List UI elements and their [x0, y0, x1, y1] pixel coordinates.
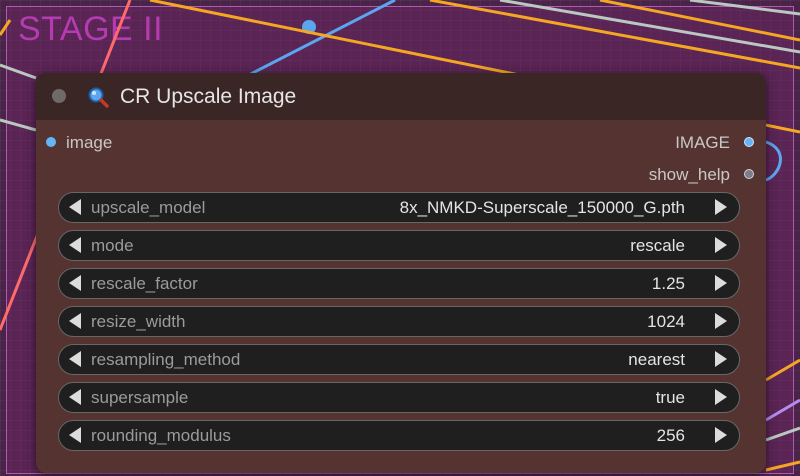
decrement-arrow[interactable]	[69, 351, 81, 367]
input-slot-image[interactable]	[46, 137, 56, 147]
widget-rounding-modulus[interactable]: rounding_modulus 256	[58, 420, 740, 451]
node-header[interactable]: CR Upscale Image	[36, 73, 766, 120]
widget-label: mode	[91, 236, 134, 255]
increment-arrow[interactable]	[715, 427, 727, 443]
decrement-arrow[interactable]	[69, 275, 81, 291]
increment-arrow[interactable]	[715, 351, 727, 367]
widget-value: 1.25	[651, 274, 685, 293]
collapse-toggle[interactable]	[52, 89, 66, 103]
decrement-arrow[interactable]	[69, 237, 81, 253]
decrement-arrow[interactable]	[69, 389, 81, 405]
wire-orange	[765, 358, 800, 382]
decrement-arrow[interactable]	[69, 313, 81, 329]
wire-blue-loop	[765, 140, 782, 182]
widget-label: resize_width	[91, 312, 186, 331]
wire-orange	[429, 0, 800, 70]
increment-arrow[interactable]	[715, 275, 727, 291]
wire-gray	[0, 63, 37, 80]
widget-mode[interactable]: mode rescale	[58, 230, 740, 261]
output-label-show-help: show_help	[648, 165, 730, 184]
widget-resize-width[interactable]: resize_width 1024	[58, 306, 740, 337]
wire-purple	[765, 398, 800, 422]
widget-value: 1024	[647, 312, 685, 331]
decrement-arrow[interactable]	[69, 199, 81, 215]
widget-value: nearest	[628, 350, 685, 369]
node-title: CR Upscale Image	[120, 85, 297, 108]
wire-gray	[765, 426, 800, 442]
increment-arrow[interactable]	[715, 199, 727, 215]
widget-resampling-method[interactable]: resampling_method nearest	[58, 344, 740, 375]
increment-arrow[interactable]	[715, 237, 727, 253]
widget-label: resampling_method	[91, 350, 241, 369]
output-slot-show-help[interactable]	[744, 169, 754, 179]
output-slot-image[interactable]	[744, 137, 754, 147]
cr-upscale-image-node[interactable]: CR Upscale Image image IMAGE show_help u…	[36, 73, 766, 473]
widget-value: rescale	[630, 236, 685, 255]
input-label-image: image	[66, 133, 113, 152]
magnifier-icon	[88, 87, 109, 108]
wire-orange	[0, 19, 12, 36]
widget-value: 256	[656, 426, 685, 445]
widget-value: true	[655, 388, 685, 407]
increment-arrow[interactable]	[715, 313, 727, 329]
widget-label: upscale_model	[91, 198, 206, 217]
widget-upscale-model[interactable]: upscale_model 8x_NMKD-Superscale_150000_…	[58, 192, 740, 223]
widget-label: rounding_modulus	[91, 426, 231, 445]
widget-value: 8x_NMKD-Superscale_150000_G.pth	[399, 198, 685, 217]
wire-orange	[765, 460, 800, 472]
widget-rescale-factor[interactable]: rescale_factor 1.25	[58, 268, 740, 299]
wire-gray	[689, 0, 800, 16]
increment-arrow[interactable]	[715, 389, 727, 405]
wire-gray	[0, 118, 37, 132]
widget-label: rescale_factor	[91, 274, 198, 293]
decrement-arrow[interactable]	[69, 427, 81, 443]
widget-supersample[interactable]: supersample true	[58, 382, 740, 413]
output-label-image: IMAGE	[675, 133, 730, 152]
widget-label: supersample	[91, 388, 189, 407]
